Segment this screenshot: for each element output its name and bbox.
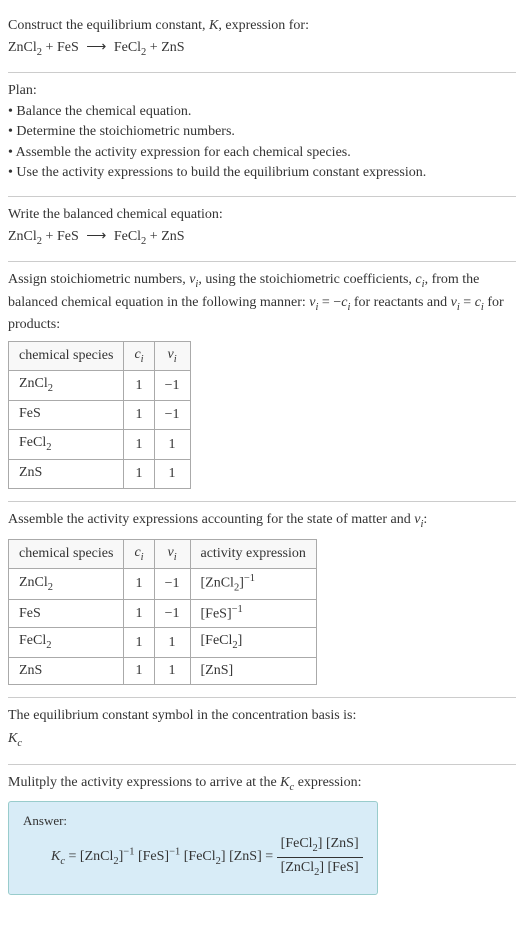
prompt-section: Construct the equilibrium constant, K, e…: [8, 8, 516, 73]
activity-section: Assemble the activity expressions accoun…: [8, 502, 516, 697]
plan-item: • Determine the stoichiometric numbers.: [8, 122, 516, 142]
species-fes: FeS: [57, 40, 79, 55]
col-nu: νi: [154, 539, 190, 568]
plan-title: Plan:: [8, 81, 516, 101]
reaction-arrow-icon: ⟶: [82, 40, 110, 55]
plan-item: • Use the activity expressions to build …: [8, 163, 516, 183]
activity-table: chemical species ci νi activity expressi…: [8, 539, 317, 685]
answer-box: Answer: Kc = [ZnCl2]−1 [FeS]−1 [FeCl2] […: [8, 801, 378, 895]
col-nu: νi: [154, 341, 190, 370]
table-row: FeS 1 −1: [9, 400, 191, 429]
answer-section: Mulitply the activity expressions to arr…: [8, 765, 516, 908]
balanced-equation: ZnCl2 + FeS ⟶ FeCl2 + ZnS: [8, 227, 516, 249]
plan-item: • Balance the chemical equation.: [8, 102, 516, 122]
kc-symbol: Kc: [8, 729, 516, 751]
reaction-arrow-icon: ⟶: [82, 229, 110, 244]
prompt-line: Construct the equilibrium constant, K, e…: [8, 16, 516, 36]
plan-item: • Assemble the activity expression for e…: [8, 143, 516, 163]
col-ci: ci: [124, 539, 154, 568]
prompt-text-b: , expression for:: [218, 18, 309, 33]
plan-list: • Balance the chemical equation. • Deter…: [8, 102, 516, 183]
fraction: [FeCl2] [ZnS] [ZnCl2] [FeS]: [277, 834, 363, 880]
table-row: ZnCl2 1 −1 [ZnCl2]−1: [9, 569, 317, 600]
col-ci: ci: [124, 341, 154, 370]
kc-symbol-section: The equilibrium constant symbol in the c…: [8, 698, 516, 765]
table-row: ZnS 1 1: [9, 459, 191, 488]
balanced-equation-section: Write the balanced chemical equation: Zn…: [8, 197, 516, 262]
table-header-row: chemical species ci νi: [9, 341, 191, 370]
table-row: ZnCl2 1 −1: [9, 371, 191, 400]
species-zncl2: ZnCl2: [8, 40, 42, 55]
table-row: FeS 1 −1 [FeS]−1: [9, 600, 317, 628]
answer-expression: Kc = [ZnCl2]−1 [FeS]−1 [FeCl2] [ZnS] = […: [23, 834, 363, 880]
stoichiometric-table: chemical species ci νi ZnCl2 1 −1 FeS 1 …: [8, 341, 191, 489]
equilibrium-constant-symbol: K: [209, 18, 218, 33]
stoichiometric-section: Assign stoichiometric numbers, νi, using…: [8, 262, 516, 502]
kc-symbol-text: The equilibrium constant symbol in the c…: [8, 706, 516, 726]
species-zns: ZnS: [161, 40, 184, 55]
stoich-intro: Assign stoichiometric numbers, νi, using…: [8, 270, 516, 335]
table-row: FeCl2 1 1 [FeCl2]: [9, 628, 317, 657]
reaction-equation: ZnCl2 + FeS ⟶ FeCl2 + ZnS: [8, 38, 516, 60]
table-header-row: chemical species ci νi activity expressi…: [9, 539, 317, 568]
plan-section: Plan: • Balance the chemical equation. •…: [8, 73, 516, 197]
col-activity: activity expression: [190, 539, 316, 568]
table-row: FeCl2 1 1: [9, 430, 191, 459]
answer-label: Answer:: [23, 812, 363, 830]
col-species: chemical species: [9, 341, 124, 370]
species-fecl2: FeCl2: [114, 40, 146, 55]
multiply-line: Mulitply the activity expressions to arr…: [8, 773, 516, 795]
table-row: ZnS 1 1 [ZnS]: [9, 657, 317, 684]
activity-title: Assemble the activity expressions accoun…: [8, 510, 516, 532]
prompt-text-a: Construct the equilibrium constant,: [8, 18, 209, 33]
balanced-title: Write the balanced chemical equation:: [8, 205, 516, 225]
col-species: chemical species: [9, 539, 124, 568]
